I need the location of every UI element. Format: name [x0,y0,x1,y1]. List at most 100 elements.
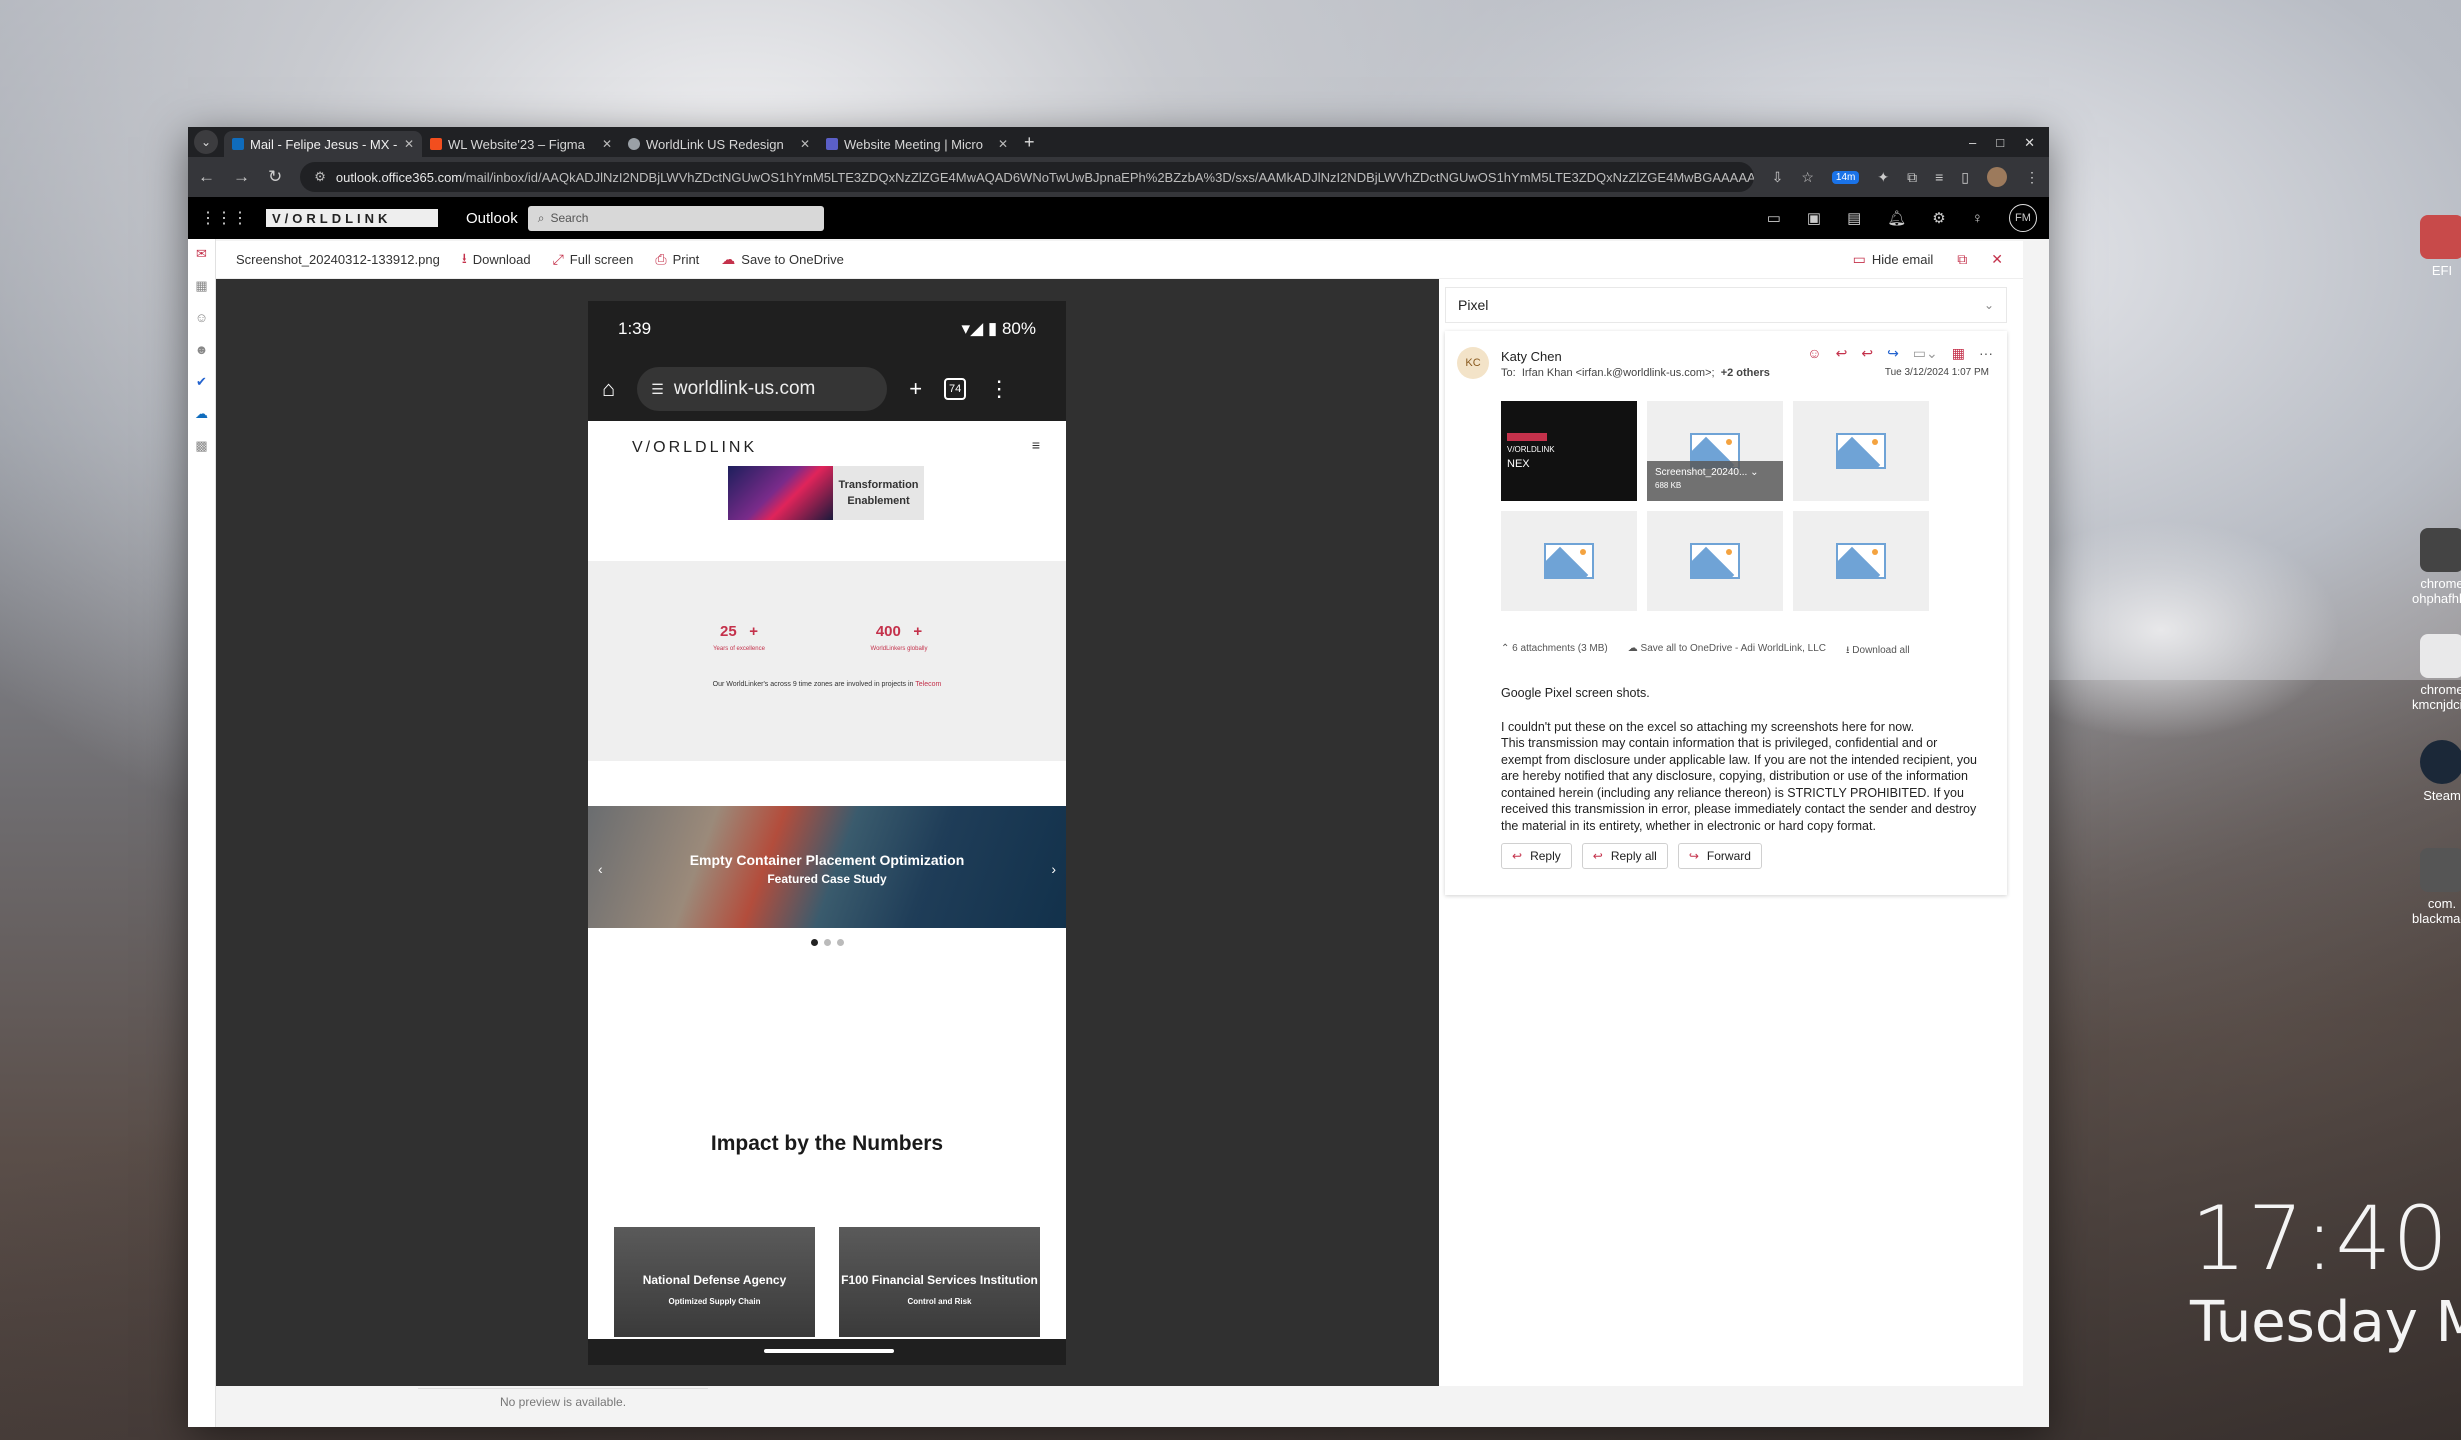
site-logo: V/ORLDLINK [632,439,758,456]
tab-search-button[interactable]: ⌄ [194,130,218,154]
attachment-thumbnail[interactable]: V/ORLDLINK NEX [1501,401,1637,501]
close-window-icon[interactable]: ✕ [2024,135,2035,151]
email-subject-bar[interactable]: Pixel ⌄ [1445,287,2007,323]
sender-name[interactable]: Katy Chen [1501,349,1562,364]
popout-icon[interactable]: ⧉ [1957,251,1967,268]
fullscreen-button[interactable]: ⤢ Full screen [553,251,634,268]
reply-button[interactable]: ↩ Reply [1501,843,1572,869]
tab-mail[interactable]: Mail - Felipe Jesus - MX - ✕ [224,131,422,157]
desktop-icon-steam[interactable]: Steam [2412,740,2461,803]
globe-icon [628,138,640,150]
tips-icon[interactable]: ♀ [1972,210,1983,227]
reply-all-icon: ↩ [1592,849,1603,863]
sent-date: Tue 3/12/2024 1:07 PM [1884,367,1989,378]
new-tab-button[interactable]: + [1016,132,1035,157]
desktop-icon-chrome-app-1[interactable]: chrome ohphafhlkc [2412,528,2461,606]
attachment-grid: V/ORLDLINK NEX Screenshot_20240... ⌄ 688 K… [1501,401,1929,611]
close-icon[interactable]: ✕ [404,137,414,151]
chevron-down-icon[interactable]: ⌄ [1984,298,1994,312]
attachment-thumbnail[interactable] [1647,511,1783,611]
teams-icon [826,138,838,150]
reply-icon[interactable]: ↩ [1836,345,1848,362]
clock-date: Tuesday Mar [2190,1290,2461,1355]
forward-icon[interactable]: → [233,167,250,187]
search-input[interactable]: ⌕ Search [527,205,824,231]
outlook-header: ⋮⋮⋮ V/ORLDLINK Outlook ⌕ Search ▭ ▣ ▤ 🔔︎ … [188,197,2049,239]
download-all[interactable]: ⭳ Download all [1846,643,1910,660]
close-icon[interactable]: ✕ [602,137,612,151]
close-icon[interactable]: ✕ [800,137,810,151]
timer-extension-badge[interactable]: 14m [1831,170,1860,184]
download-button[interactable]: ⭳ Download [462,248,531,272]
reply-all-button[interactable]: ↩ Reply all [1581,843,1668,869]
close-icon[interactable]: ✕ [1991,251,2003,268]
print-button[interactable]: ⎙ Print [655,251,699,268]
emoji-icon[interactable]: ☺ [1807,345,1821,362]
mail-icon: ▭ [1852,251,1866,267]
no-preview-text: No preview is available. [418,1388,708,1409]
table-icon[interactable]: ▦ [1952,345,1965,362]
attachment-thumbnail-selected[interactable]: Screenshot_20240... ⌄ 688 KB [1647,401,1783,501]
forward-icon[interactable]: ↪ [1887,345,1899,362]
people-icon[interactable]: ☺ [195,311,209,325]
groups-icon[interactable]: ☻ [195,343,209,357]
media-icon[interactable]: ≡ [1935,169,1943,185]
reload-icon[interactable]: ↻ [268,167,282,187]
email-body: Google Pixel screen shots. I couldn't pu… [1501,686,1977,833]
url-input[interactable]: ⚙ outlook.office365.com/mail/inbox/id/AA… [300,162,1754,192]
app-name[interactable]: Outlook [466,210,518,227]
tab-worldlink-redesign[interactable]: WorldLink US Redesign ✕ [620,131,818,157]
desktop-icon-chrome-app-2[interactable]: chrome kmcnjdcipr [2412,634,2461,712]
attachment-thumbnail[interactable] [1793,401,1929,501]
meet-icon[interactable]: ▭ [1767,209,1781,227]
bookmark-star-icon[interactable]: ☆ [1801,169,1814,186]
outlook-icon [232,138,244,150]
apps-icon[interactable]: ▩ [195,439,209,453]
todo-icon[interactable]: ✔ [195,375,209,389]
forward-button[interactable]: ↪ Forward [1677,843,1762,869]
desktop-icon-blackmagic[interactable]: com. blackmagic [2412,848,2461,926]
save-onedrive-button[interactable]: ☁ Save to OneDrive [721,251,844,268]
my-day-icon[interactable]: ▤ [1847,209,1861,227]
attachment-thumbnail[interactable] [1501,511,1637,611]
site-info-icon[interactable]: ⚙ [314,169,326,185]
install-icon[interactable]: ⇩ [1772,169,1784,186]
app-launcher-icon[interactable]: ⋮⋮⋮ [200,208,248,228]
teams-icon[interactable]: ▣ [1807,209,1821,227]
hide-email-button[interactable]: ▭ Hide email [1853,251,1934,268]
viewer-right-actions: ▭ Hide email ⧉ ✕ [1853,251,2023,268]
maximize-icon[interactable]: □ [1996,135,2004,151]
sidepanel-icon[interactable]: ▯ [1961,169,1969,186]
plus-icon: + [909,376,923,401]
save-all-onedrive[interactable]: ☁ Save all to OneDrive - Adi WorldLink, … [1628,643,1826,660]
mail-icon[interactable]: ✉ [195,247,209,261]
more-icon[interactable]: ··· [1979,345,1993,362]
tab-website-meeting[interactable]: Website Meeting | Micro ✕ [818,131,1016,157]
close-icon[interactable]: ✕ [998,137,1008,151]
profile-avatar[interactable] [1987,167,2007,187]
attachment-thumbnail[interactable] [1793,511,1929,611]
desktop-clock: 17:40 Tuesday Mar [2190,1187,2461,1355]
reply-all-icon[interactable]: ↩ [1861,345,1873,362]
minimize-icon[interactable]: – [1969,135,1976,151]
extension-icon[interactable]: ✦ [1877,169,1889,186]
gear-icon[interactable]: ⚙ [1932,209,1945,227]
back-icon[interactable]: ← [198,167,215,187]
kebab-icon: ⋮ [988,376,1011,401]
onedrive-icon[interactable]: ☁ [195,407,209,421]
puzzle-icon[interactable]: ⧉ [1907,169,1917,186]
home-icon: ⌂ [602,376,616,401]
tab-figma[interactable]: WL Website'23 – Figma ✕ [422,131,620,157]
phone-nav-bar [588,1339,1066,1365]
stat-years: 25 + Years of excellence [713,623,765,652]
clock-time: 17:40 [2190,1187,2450,1290]
menu-kebab-icon[interactable]: ⋮ [2025,169,2039,186]
desktop-icon-efi[interactable]: EFI [2412,215,2461,278]
calendar-icon[interactable]: ▦ [195,279,209,293]
collapse-attachments[interactable]: ⌃ 6 attachments (3 MB) [1501,643,1608,660]
tune-icon: ☰ [651,380,664,397]
sender-avatar: KC [1457,347,1489,379]
avatar[interactable]: FM [2009,204,2037,232]
teams-share-icon[interactable]: ▭⌄ [1913,345,1938,362]
bell-icon[interactable]: 🔔︎ [1887,209,1906,227]
